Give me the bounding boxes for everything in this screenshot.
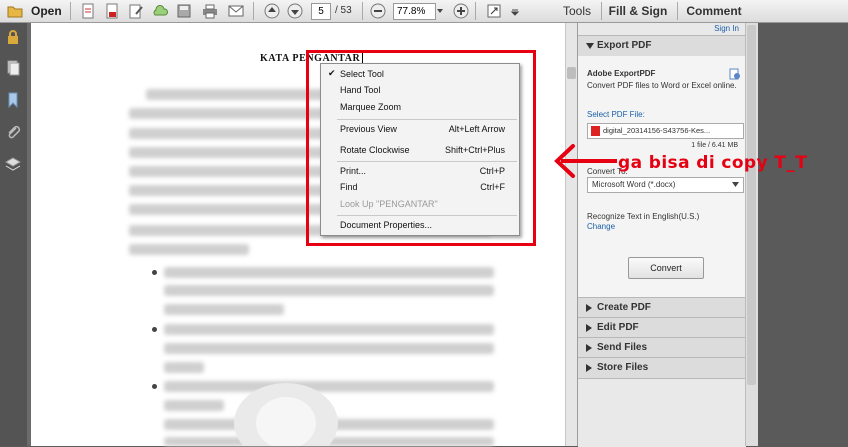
store-files-header[interactable]: Store Files [578, 357, 746, 378]
blurred-text-line [164, 324, 494, 335]
edit-pdf-header[interactable]: Edit PDF [578, 317, 746, 338]
blurred-text-line [129, 185, 331, 196]
page-thumbnails-icon[interactable] [5, 60, 21, 76]
cloud-upload-icon[interactable] [152, 3, 168, 19]
selected-file-name: digital_20314156-S43756-Kes... [603, 126, 711, 135]
select-file-label: Select PDF File: [587, 110, 645, 119]
lock-icon[interactable] [5, 29, 21, 45]
layers-icon[interactable] [5, 156, 21, 172]
blurred-text-line [129, 147, 331, 158]
highlight-box [306, 50, 536, 246]
chevron-right-icon [586, 344, 592, 352]
watermark-logo [234, 383, 338, 446]
zoom-out-icon[interactable] [370, 3, 386, 19]
tab-comment[interactable]: Comment [680, 0, 748, 22]
export-description: Convert PDF files to Word or Excel onlin… [587, 81, 737, 90]
side-panel-scrollbar[interactable] [745, 23, 758, 446]
next-page-icon[interactable] [287, 3, 303, 19]
sign-in-link[interactable]: Sign In [714, 24, 739, 33]
list-bullet [152, 384, 157, 389]
blurred-text-line [129, 128, 331, 139]
main-toolbar: Open 5 / 53 77.8% Tools Fill & Sign Comm… [0, 0, 848, 23]
side-panel-empty-area [578, 378, 746, 447]
save-icon[interactable] [176, 3, 192, 19]
annotation-text: ga bisa di copy T_T [618, 153, 808, 173]
open-label: Open [31, 4, 62, 18]
blurred-text-line [164, 400, 224, 411]
blurred-text-line [129, 108, 331, 119]
blurred-text-line [164, 304, 284, 315]
page-number-input[interactable]: 5 [311, 3, 331, 20]
blurred-text-line [164, 267, 494, 278]
email-icon[interactable] [228, 3, 244, 19]
edit-document-icon[interactable] [128, 3, 144, 19]
chevron-right-icon [586, 364, 592, 372]
open-folder-icon [7, 6, 23, 18]
zoom-in-icon[interactable] [453, 3, 469, 19]
chevron-down-icon [732, 182, 739, 187]
send-files-header[interactable]: Send Files [578, 337, 746, 358]
bookmarks-icon[interactable] [5, 92, 21, 108]
zoom-input[interactable]: 77.8% [393, 3, 436, 20]
scrollbar-thumb[interactable] [567, 67, 576, 79]
tools-side-panel: Sign In Export PDF Adobe ExportPDF Conve… [577, 23, 746, 447]
tab-fill-sign[interactable]: Fill & Sign [603, 0, 673, 22]
list-bullet [152, 270, 157, 275]
open-button[interactable]: Open [2, 0, 62, 22]
pdf-file-icon [591, 126, 600, 136]
previous-page-icon[interactable] [264, 3, 280, 19]
create-pdf-header[interactable]: Create PDF [578, 297, 746, 318]
pdf-file-icon[interactable] [104, 3, 120, 19]
convert-button[interactable]: Convert [628, 257, 704, 279]
list-bullet [152, 327, 157, 332]
file-info: 1 file / 6.41 MB [691, 142, 738, 149]
print-icon[interactable] [202, 3, 218, 19]
convert-to-value: Microsoft Word (*.docx) [592, 180, 676, 189]
change-link[interactable]: Change [587, 222, 615, 231]
scrollbar-thumb[interactable] [747, 25, 756, 385]
attachments-icon[interactable] [5, 124, 21, 140]
annotation-arrow-icon [554, 144, 617, 178]
selected-file-box[interactable]: digital_20314156-S43756-Kes... [587, 123, 744, 139]
chevron-right-icon [586, 304, 592, 312]
chevron-right-icon [586, 324, 592, 332]
tab-tools[interactable]: Tools [557, 0, 597, 22]
blurred-text-line [129, 204, 331, 215]
customize-toolbar-icon[interactable] [510, 3, 520, 19]
service-name: Adobe ExportPDF [587, 69, 656, 78]
navigation-pane [0, 23, 27, 446]
recognize-text-label: Recognize Text in English(U.S.) [587, 212, 700, 221]
adobe-export-icon [729, 68, 740, 80]
blurred-text-line [164, 362, 204, 373]
page-total: / 53 [335, 5, 352, 16]
blurred-text-line [129, 166, 331, 177]
create-pdf-icon[interactable] [80, 3, 96, 19]
chevron-down-icon [586, 43, 594, 49]
blurred-text-line [164, 285, 494, 296]
export-pdf-header[interactable]: Export PDF [578, 35, 746, 56]
blurred-text-line [129, 244, 249, 255]
zoom-dropdown-icon[interactable] [435, 3, 445, 19]
fit-page-icon[interactable] [486, 3, 502, 19]
